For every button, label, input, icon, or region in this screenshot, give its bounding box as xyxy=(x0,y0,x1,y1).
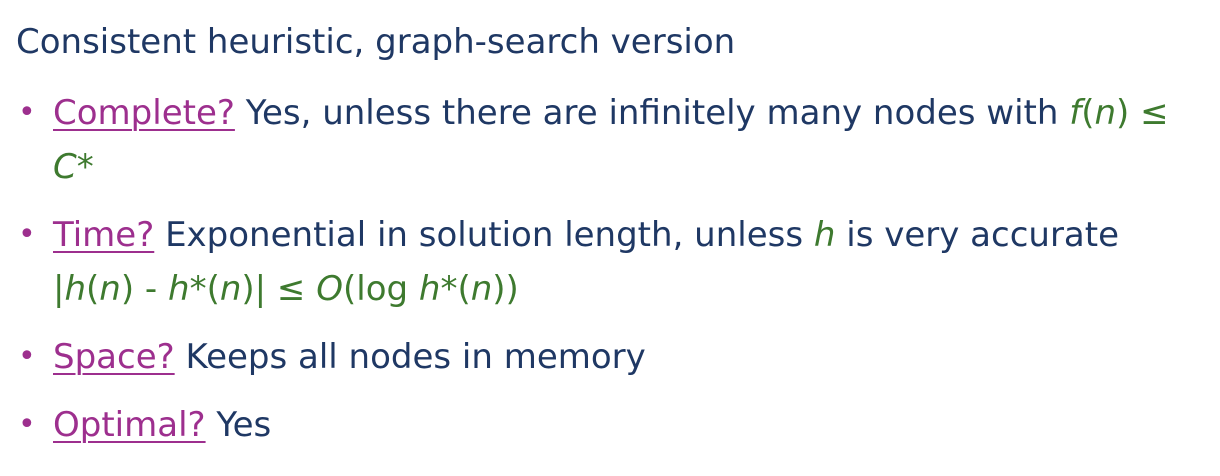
math-cstar: C* xyxy=(53,147,94,187)
math-p5: (log xyxy=(343,269,419,309)
complete-text: Yes, unless there are infinitely many no… xyxy=(234,93,1070,133)
space-link[interactable]: Space? xyxy=(53,337,175,377)
time-text: Exponential in solution length, unless xyxy=(154,215,814,255)
math-f: f xyxy=(1069,93,1082,133)
optimal-link[interactable]: Optimal? xyxy=(53,405,206,445)
math-n3: n xyxy=(470,269,493,309)
math-p3: ( xyxy=(206,269,220,309)
math-h: h xyxy=(813,215,836,255)
bullet-item-complete: • Complete? Yes, unless there are infini… xyxy=(18,86,1208,194)
complete-line-1: Complete? Yes, unless there are infinite… xyxy=(53,86,1208,140)
math-p1: ( xyxy=(86,269,100,309)
math-p2: ) - xyxy=(120,269,169,309)
math-bigO: O xyxy=(316,269,343,309)
math-paren-open: ( xyxy=(1081,93,1095,133)
math-n2: n xyxy=(219,269,242,309)
math-le: ≤ xyxy=(1129,93,1169,133)
time-link[interactable]: Time? xyxy=(53,215,154,255)
math-n1: n xyxy=(99,269,121,309)
math-p7: )) xyxy=(492,269,519,309)
math-p4: ) xyxy=(241,269,255,309)
math-h2: h xyxy=(64,269,87,309)
bullet-dot-icon: • xyxy=(18,217,36,252)
space-text: Keeps all nodes in memory xyxy=(174,337,646,377)
math-n: n xyxy=(1094,93,1117,133)
math-paren-close: ) xyxy=(1116,93,1130,133)
optimal-text: Yes xyxy=(205,405,272,445)
bullet-dot-icon: • xyxy=(18,339,36,374)
slide: Consistent heuristic, graph-search versi… xyxy=(0,0,1220,476)
bullet-item-time: • Time? Exponential in solution length, … xyxy=(18,208,1208,316)
bullet-item-space: • Space? Keeps all nodes in memory xyxy=(18,330,1208,384)
time-math-line: |h(n) - h*(n)| ≤ O(log h*(n)) xyxy=(53,262,1208,316)
optimal-line: Optimal? Yes xyxy=(53,398,1208,452)
complete-link[interactable]: Complete? xyxy=(53,93,235,133)
math-p6: ( xyxy=(457,269,471,309)
math-hstar2: h* xyxy=(418,269,458,309)
bullet-item-optimal: • Optimal? Yes xyxy=(18,398,1208,452)
math-hstar: h* xyxy=(168,269,207,309)
math-bar-close: | ≤ xyxy=(254,269,317,309)
time-line-1: Time? Exponential in solution length, un… xyxy=(53,208,1208,262)
bullet-list: • Complete? Yes, unless there are infini… xyxy=(18,86,1208,452)
bullet-dot-icon: • xyxy=(18,407,36,442)
space-line: Space? Keeps all nodes in memory xyxy=(53,330,1208,384)
time-text-2: is very accurate xyxy=(835,215,1120,255)
math-bar-open: | xyxy=(53,269,65,309)
bullet-dot-icon: • xyxy=(18,95,36,130)
slide-heading: Consistent heuristic, graph-search versi… xyxy=(16,22,736,62)
